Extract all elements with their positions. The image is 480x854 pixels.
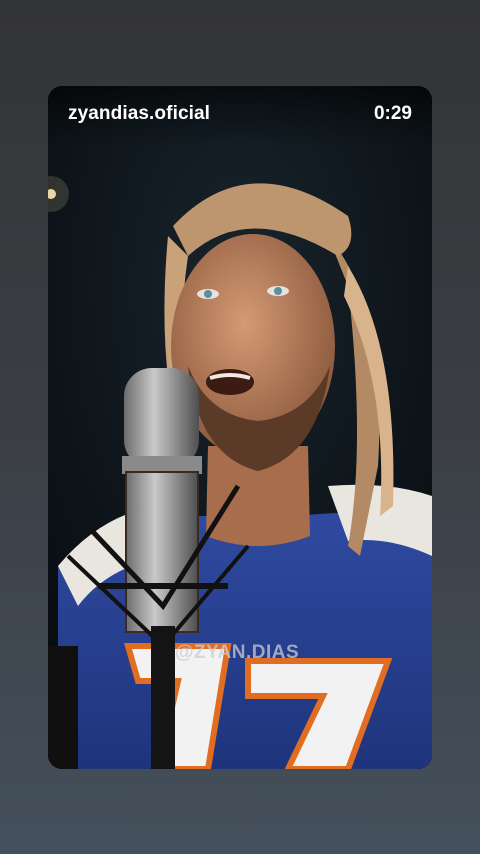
account-name[interactable]: zyandias.oficial [68, 103, 210, 125]
video-watermark: @ZYAN.DIAS [175, 642, 300, 663]
video-frame [48, 86, 432, 769]
video-timer: 0:29 [373, 103, 412, 124]
video-player[interactable]: zyandias.oficial 0:29 @ZYAN.DIAS [48, 86, 432, 769]
